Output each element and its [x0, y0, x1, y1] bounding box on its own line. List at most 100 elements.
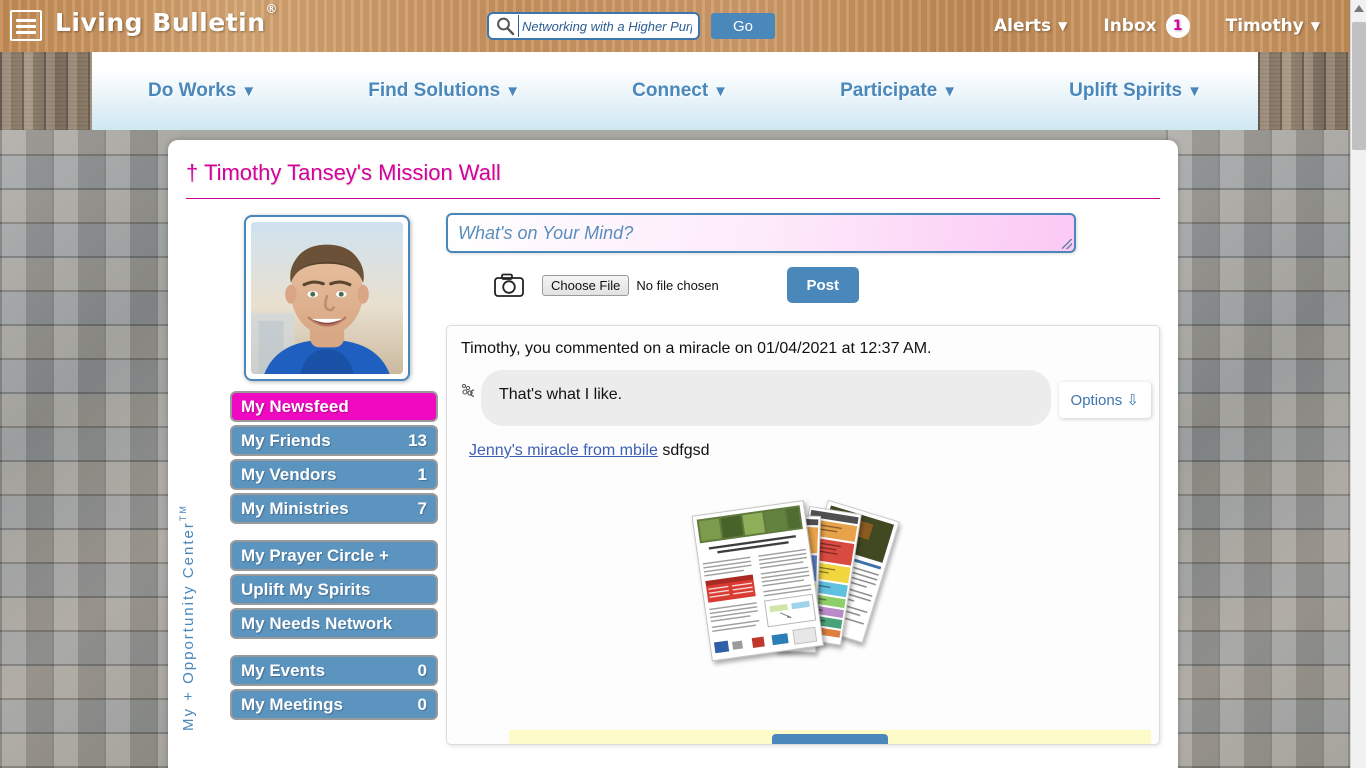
post-options-button[interactable]: Options ⇩	[1058, 382, 1151, 418]
sidebar-item-label: My Ministries	[241, 498, 349, 518]
nav-item-connect[interactable]: Connect ▼	[632, 80, 728, 102]
search-box[interactable]	[487, 12, 700, 40]
post-button[interactable]: Post	[786, 267, 859, 303]
highlight-bar	[509, 730, 1151, 744]
stone-wall-background-right	[1166, 130, 1366, 768]
inbox-count-badge: 1	[1165, 14, 1190, 38]
sidebar-item-label: My Newsfeed	[241, 396, 349, 416]
profile-photo	[251, 222, 403, 374]
resize-handle[interactable]	[1062, 239, 1072, 249]
nav-label: Participate	[840, 80, 938, 101]
wood-panel-left	[0, 52, 92, 130]
user-menu[interactable]: Timothy ▼	[1226, 16, 1320, 36]
sidebar-item-count: 0	[417, 660, 427, 680]
brand-logo[interactable]: Living Bulletin®	[55, 2, 278, 37]
nav-item-uplift-spirits[interactable]: Uplift Spirits ▼	[1069, 80, 1202, 102]
header-right-menu: Alerts ▼ Inbox 1 Timothy ▼	[958, 14, 1320, 38]
hamburger-icon[interactable]	[10, 10, 42, 41]
scroll-up-button[interactable]	[1351, 0, 1366, 17]
sidebar-item-label: My Friends	[241, 430, 331, 450]
sidebar-item-label: My Vendors	[241, 464, 337, 484]
sidebar-item-count: 0	[417, 694, 427, 714]
page-title: † Timothy Tansey's Mission Wall	[168, 140, 1178, 186]
post-composer: What's on Your Mind? Choose File No file…	[440, 213, 1160, 303]
nav-item-participate[interactable]: Participate ▼	[840, 80, 957, 102]
main-navigation: Do Works ▼ Find Solutions ▼ Connect ▼ Parti…	[92, 52, 1258, 130]
page-scrollbar[interactable]	[1350, 0, 1366, 768]
alerts-label: Alerts	[993, 16, 1052, 36]
comment-bubble: That's what I like.	[481, 370, 1051, 426]
avatar[interactable]	[244, 215, 410, 381]
chevron-down-icon: ▼	[1058, 19, 1068, 33]
brand-name: Living Bulletin	[55, 8, 266, 37]
sidebar-menu-group-1: My Newsfeed My Friends 13 My Vendors 1 M…	[230, 391, 438, 524]
inbox-label: Inbox	[1103, 16, 1157, 36]
cross-icon: †	[186, 160, 199, 185]
search-input[interactable]	[518, 15, 694, 37]
feed-column: What's on Your Mind? Choose File No file…	[440, 213, 1178, 745]
composer-controls: Choose File No file chosen Post	[446, 267, 1160, 303]
vertical-brand-label: My + Opportunity CenterTM	[178, 213, 212, 745]
camera-icon[interactable]	[494, 273, 524, 297]
sidebar-item-label: My Needs Network	[241, 613, 393, 633]
inbox-menu[interactable]: Inbox 1	[1103, 14, 1190, 38]
alerts-menu[interactable]: Alerts ▼	[994, 16, 1067, 36]
sidebar-item-my-meetings[interactable]: My Meetings 0	[230, 689, 438, 720]
nav-label: Uplift Spirits	[1069, 80, 1183, 101]
miracle-reference: Jenny's miracle from mbile sdfgsd	[455, 442, 1143, 460]
sidebar-item-count: 7	[417, 498, 427, 518]
post-attachment-image[interactable]	[686, 488, 912, 678]
brand-trademark: ®	[265, 1, 279, 16]
sidebar-item-my-prayer-circle[interactable]: My Prayer Circle +	[230, 540, 438, 571]
sidebar-item-label: My Events	[241, 660, 326, 680]
sidebar-menu-group-2: My Prayer Circle + Uplift My Spirits My …	[230, 540, 438, 639]
page-title-text: Timothy Tansey's Mission Wall	[203, 160, 501, 185]
chevron-down-icon: ▼	[505, 83, 521, 100]
sidebar-item-my-events[interactable]: My Events 0	[230, 655, 438, 686]
nav-label: Do Works	[148, 80, 237, 101]
sidebar-item-my-vendors[interactable]: My Vendors 1	[230, 459, 438, 490]
content-columns: My + Opportunity CenterTM My Newsfeed My…	[168, 199, 1178, 745]
sidebar-item-my-newsfeed[interactable]: My Newsfeed	[230, 391, 438, 422]
highlight-bar-button[interactable]	[772, 734, 888, 744]
chevron-up-icon	[1354, 5, 1364, 12]
nav-label: Find Solutions	[368, 80, 501, 101]
comment-row: That's what I like. Options ⇩	[455, 370, 1151, 426]
arrow-down-icon: ⇩	[1126, 392, 1139, 409]
left-sidebar: My + Opportunity CenterTM My Newsfeed My…	[168, 213, 440, 745]
sidebar-item-count: 13	[408, 430, 427, 450]
chevron-down-icon: ▼	[1187, 83, 1202, 100]
post-headline: Timothy, you commented on a miracle on 0…	[461, 340, 932, 357]
sidebar-item-label: Uplift My Spirits	[241, 579, 371, 599]
sidebar-item-my-ministries[interactable]: My Ministries 7	[230, 493, 438, 524]
sidebar-item-my-needs-network[interactable]: My Needs Network	[230, 608, 438, 639]
nav-item-do-works[interactable]: Do Works ▼	[148, 80, 256, 102]
post-options-label: Options	[1070, 392, 1123, 409]
vertical-brand-text: My + Opportunity Center	[180, 521, 197, 731]
loading-spinner-icon	[455, 380, 481, 406]
sidebar-item-count: 1	[417, 464, 427, 484]
site-header: Living Bulletin® Go Alerts ▼ Inbox 1	[0, 0, 1350, 52]
miracle-link[interactable]: Jenny's miracle from mbile	[469, 442, 658, 459]
sidebar-item-my-friends[interactable]: My Friends 13	[230, 425, 438, 456]
search-icon	[495, 16, 515, 36]
choose-file-button[interactable]: Choose File	[542, 274, 630, 296]
nav-item-find-solutions[interactable]: Find Solutions ▼	[368, 80, 520, 102]
sidebar-stack: My Newsfeed My Friends 13 My Vendors 1 M…	[212, 213, 440, 745]
sidebar-menu-group-3: My Events 0 My Meetings 0	[230, 655, 438, 720]
sidebar-item-label: My Meetings	[241, 694, 344, 714]
user-name-label: Timothy	[1225, 16, 1304, 36]
miracle-suffix-text: sdfgsd	[662, 442, 710, 459]
page-root: Living Bulletin® Go Alerts ▼ Inbox 1	[0, 0, 1366, 768]
chevron-down-icon: ▼	[713, 83, 729, 100]
file-upload-control[interactable]: Choose File No file chosen	[542, 274, 719, 296]
chevron-down-icon: ▼	[942, 83, 958, 100]
post-textarea[interactable]: What's on Your Mind?	[446, 213, 1076, 253]
post-textarea-placeholder: What's on Your Mind?	[458, 223, 634, 243]
file-status-label: No file chosen	[636, 277, 719, 293]
scrollbar-thumb[interactable]	[1352, 22, 1366, 150]
sidebar-item-uplift-my-spirits[interactable]: Uplift My Spirits	[230, 574, 438, 605]
main-content-panel: † Timothy Tansey's Mission Wall My + Opp…	[168, 140, 1178, 768]
nav-label: Connect	[632, 80, 709, 101]
search-go-button[interactable]: Go	[711, 13, 775, 39]
